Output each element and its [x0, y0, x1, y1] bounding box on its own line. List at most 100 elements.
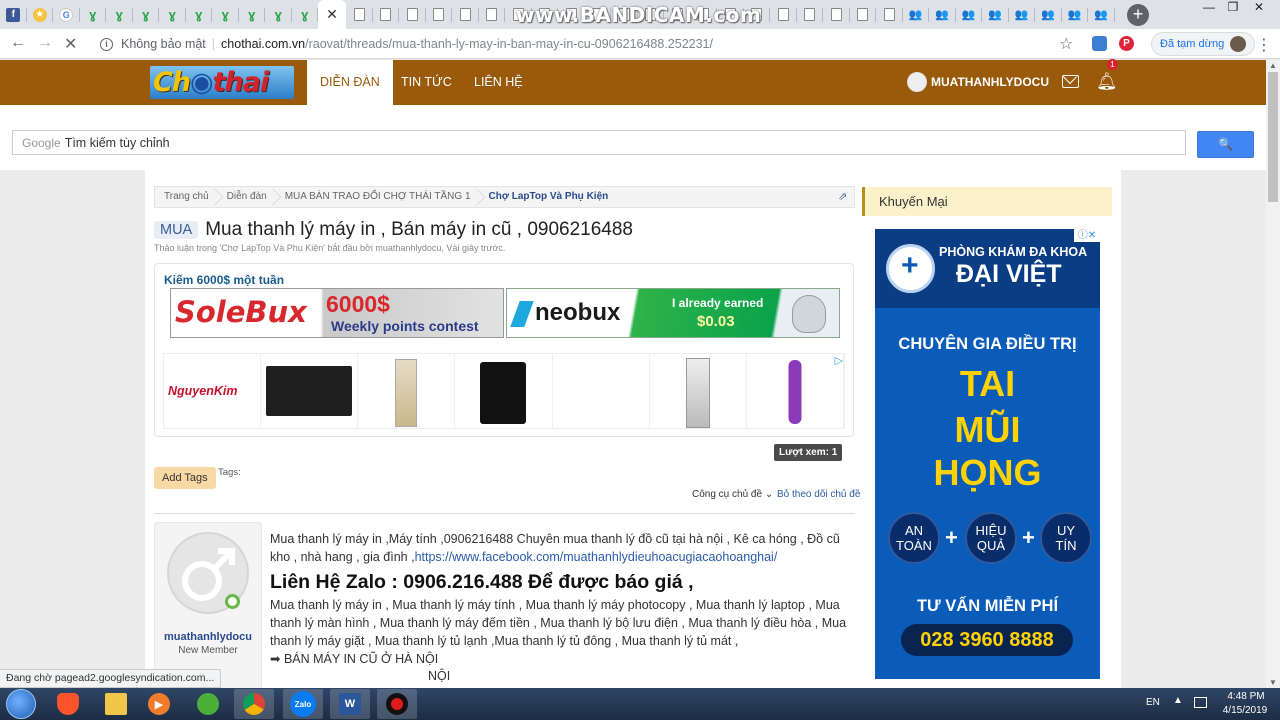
neobux-banner[interactable]: neobux I already earned $0.03 — [506, 288, 840, 338]
back-arrow-icon[interactable]: ← — [10, 34, 26, 52]
user-avatar[interactable] — [907, 72, 927, 92]
browser-tab[interactable]: ɣ — [106, 0, 133, 29]
browser-tab[interactable]: 👥 — [982, 0, 1009, 29]
product-speakers[interactable] — [261, 354, 359, 428]
taskbar-word[interactable]: W — [330, 689, 370, 719]
clinic-ad[interactable]: PHÒNG KHÁM ĐA KHOA ĐẠI VIỆT ⓘ✕ CHUYÊN GI… — [875, 229, 1100, 679]
window-minimize-button[interactable]: — — [1196, 0, 1222, 16]
browser-tab[interactable]: 👥 — [1088, 0, 1115, 29]
ad-headline-link[interactable]: Kiếm 6000$ một tuần — [164, 273, 284, 287]
browser-tab[interactable] — [850, 0, 877, 29]
default-avatar-icon[interactable] — [166, 531, 250, 631]
bookmark-star-icon[interactable]: ☆ — [1059, 34, 1073, 54]
taskbar-chrome[interactable] — [234, 689, 274, 719]
nav-tab-forum[interactable]: DIỄN ĐÀN — [307, 60, 393, 105]
browser-tab[interactable]: ɣ — [212, 0, 239, 29]
hotline-number[interactable]: 028 3960 8888 — [901, 624, 1073, 656]
address-bar[interactable]: i Không bảo mật | chothai.com.vn/raovat/… — [96, 32, 1086, 56]
browser-tab[interactable] — [876, 0, 903, 29]
ad-close-icon[interactable]: ⓘ✕ — [1074, 229, 1100, 242]
browser-tab[interactable]: 👥 — [1009, 0, 1036, 29]
security-label[interactable]: Không bảo mật — [121, 37, 206, 51]
taskbar-media-player[interactable]: ▶ — [139, 689, 179, 719]
tray-expand-icon[interactable]: ▲ — [1173, 695, 1183, 706]
thread-tools-menu[interactable]: Công cụ chủ đề ⌄ — [692, 489, 773, 500]
profile-paused-button[interactable]: Đã tạm dừng — [1151, 32, 1256, 56]
nguyenkim-product-ad[interactable]: NguyenKim ▷ — [163, 353, 845, 429]
window-maximize-button[interactable]: ❐ — [1220, 0, 1246, 16]
nav-tab-news[interactable]: TIN TỨC — [388, 60, 465, 105]
breadcrumb-home[interactable]: Trang chủ — [155, 187, 218, 207]
browser-tab[interactable]: ɣ — [159, 0, 186, 29]
breadcrumb-subforum[interactable]: Chợ LapTop Và Phụ Kiện — [480, 187, 618, 207]
browser-tab[interactable] — [770, 0, 797, 29]
kebab-menu-icon[interactable]: ⋮ — [1256, 35, 1272, 55]
new-tab-button[interactable]: + — [1127, 4, 1149, 26]
extension-icon[interactable] — [1092, 36, 1107, 51]
info-icon[interactable]: i — [100, 37, 113, 51]
account-username[interactable]: MUATHANHLYDOCU — [931, 60, 1049, 105]
scroll-down-icon[interactable]: ▼ — [1269, 678, 1277, 687]
forward-arrow-icon[interactable]: → — [37, 34, 53, 52]
browser-tab[interactable] — [346, 0, 373, 29]
poster-username[interactable]: muathanhlydocu — [155, 631, 261, 643]
product-water-dispenser-2[interactable] — [650, 354, 747, 428]
browser-tab[interactable]: ɣ — [186, 0, 213, 29]
clock-time[interactable]: 4:48 PM — [1218, 691, 1274, 702]
nav-tab-contact[interactable]: LIÊN HỆ — [461, 60, 536, 105]
search-button[interactable]: 🔍 — [1197, 131, 1254, 158]
url-host[interactable]: chothai.com.vn — [221, 37, 305, 51]
product-trimmer[interactable] — [747, 354, 844, 428]
unwatch-thread-link[interactable]: Bỏ theo dõi chủ đề — [777, 489, 860, 500]
browser-tab[interactable]: 👥 — [903, 0, 930, 29]
taskbar-zalo[interactable]: Zalo — [283, 689, 323, 719]
breadcrumb-forum[interactable]: Diễn đàn — [218, 187, 276, 207]
browser-tab[interactable] — [452, 0, 479, 29]
jump-to-icon[interactable]: ⇗ — [838, 190, 847, 203]
product-empty[interactable] — [553, 354, 650, 428]
solebux-banner[interactable]: SoleBux 6000$ Weekly points contest — [170, 288, 504, 338]
nguyenkim-logo-cell[interactable]: NguyenKim — [164, 354, 262, 428]
notification-bell-icon[interactable]: 🔔︎ — [1096, 72, 1118, 92]
thread-prefix-badge[interactable]: MUA — [154, 221, 199, 239]
search-input[interactable]: Google Tìm kiếm tùy chỉnh — [12, 130, 1186, 155]
browser-tab[interactable] — [426, 0, 453, 29]
browser-tab[interactable]: f — [0, 0, 27, 29]
page-scrollbar[interactable]: ▲ ▼ — [1266, 60, 1280, 688]
browser-tab[interactable]: 👥 — [1035, 0, 1062, 29]
browser-tab[interactable]: ɣ — [265, 0, 292, 29]
taskbar-brave[interactable] — [48, 689, 88, 719]
pinterest-icon[interactable]: P — [1119, 36, 1134, 51]
site-logo[interactable]: Ch◉thai — [150, 66, 294, 99]
browser-tab[interactable]: 👥 — [1062, 0, 1089, 29]
breadcrumb-category[interactable]: MUA BÁN TRAO ĐỔI CHỢ THÁI TẦNG 1 — [276, 187, 480, 207]
browser-tab[interactable]: ★ — [27, 0, 54, 29]
browser-tab[interactable]: ɣ — [80, 0, 107, 29]
taskbar-file-explorer[interactable] — [96, 689, 136, 719]
clock-date[interactable]: 4/15/2019 — [1214, 705, 1276, 716]
product-water-dispenser[interactable] — [358, 354, 456, 428]
taskbar-bandicam[interactable] — [377, 689, 417, 719]
taskbar-coccoc[interactable] — [188, 689, 228, 719]
browser-tab[interactable]: ɣ — [133, 0, 160, 29]
scrollbar-thumb[interactable] — [1268, 72, 1278, 202]
browser-tab[interactable] — [797, 0, 824, 29]
browser-tab[interactable]: G — [53, 0, 80, 29]
browser-tab[interactable] — [399, 0, 426, 29]
scroll-up-icon[interactable]: ▲ — [1269, 61, 1277, 70]
browser-tab[interactable]: 👥 — [956, 0, 983, 29]
adchoices-icon[interactable]: ▷ — [835, 354, 843, 367]
browser-tab[interactable]: ɣ — [239, 0, 266, 29]
facebook-link[interactable]: https://www.facebook.com/muathanhlydieuh… — [415, 550, 778, 564]
network-icon[interactable] — [1194, 697, 1207, 708]
product-hard-drive[interactable] — [455, 354, 553, 428]
browser-tab[interactable] — [373, 0, 400, 29]
browser-tab-active[interactable]: ✕ — [318, 0, 346, 29]
browser-tab[interactable]: ɣ — [292, 0, 319, 29]
window-close-button[interactable]: ✕ — [1246, 0, 1272, 16]
stop-loading-icon[interactable]: ✕ — [64, 34, 77, 54]
close-tab-icon[interactable]: ✕ — [326, 6, 338, 23]
start-button[interactable] — [6, 689, 36, 719]
add-tags-button[interactable]: Add Tags — [154, 467, 216, 489]
inbox-mail-icon[interactable] — [1062, 75, 1079, 88]
